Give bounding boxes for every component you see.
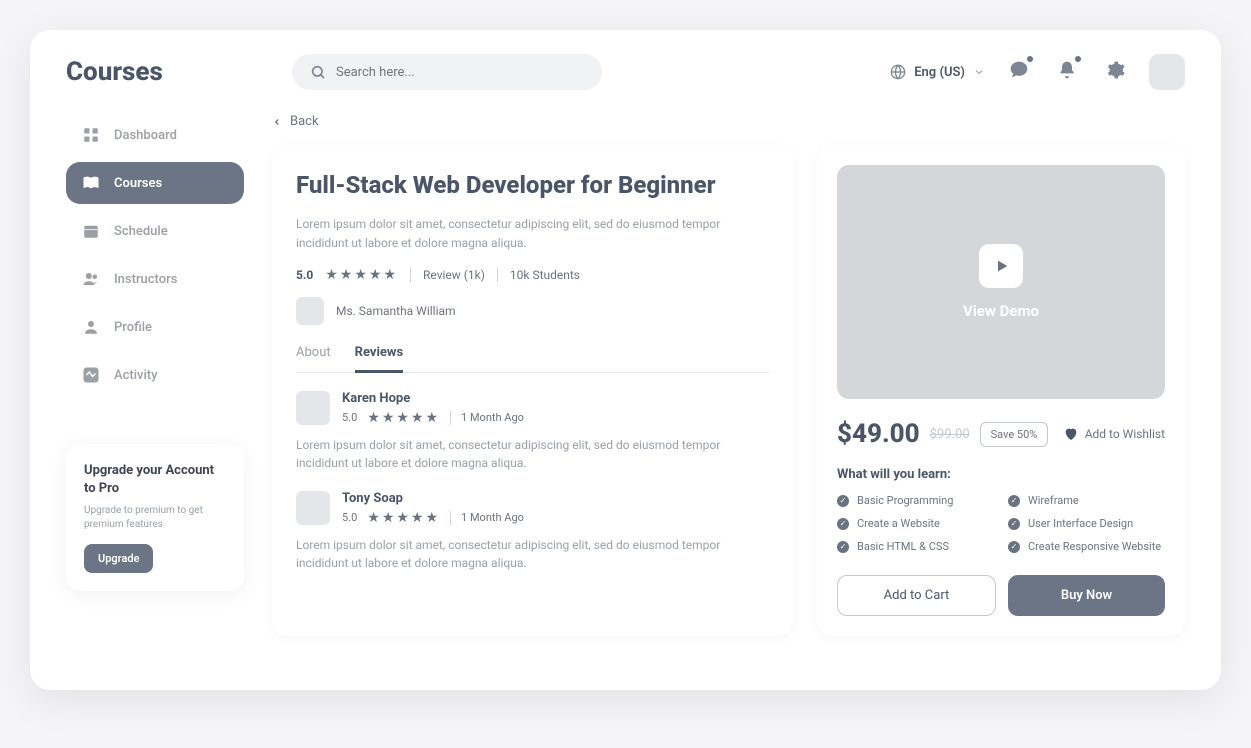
- upgrade-button[interactable]: Upgrade: [84, 544, 153, 573]
- learn-item: ✓Create Responsive Website: [1008, 540, 1165, 553]
- buy-now-button[interactable]: Buy Now: [1008, 575, 1165, 616]
- review-stars: ★★★★★: [367, 510, 440, 526]
- upgrade-card: Upgrade your Account to Pro Upgrade to p…: [66, 444, 244, 591]
- bell-icon: [1057, 60, 1077, 80]
- review-stars: ★★★★★: [367, 410, 440, 426]
- sidebar-item-schedule[interactable]: Schedule: [66, 210, 244, 252]
- play-button: [979, 244, 1023, 288]
- check-icon: ✓: [1008, 495, 1020, 507]
- rating-stars: ★★★★★: [325, 267, 398, 283]
- wishlist-label: Add to Wishlist: [1085, 427, 1165, 441]
- sidebar: Dashboard Courses Schedule Instructors P…: [66, 114, 244, 636]
- chevron-left-icon: [272, 117, 282, 127]
- student-count: 10k Students: [510, 268, 580, 282]
- check-icon: ✓: [1008, 518, 1020, 530]
- purchase-panel: View Demo $49.00 $99.00 Save 50% Add to …: [817, 145, 1185, 636]
- gear-icon: [1105, 60, 1125, 80]
- search-bar[interactable]: [292, 54, 602, 90]
- heart-icon: [1063, 426, 1079, 442]
- instructor-avatar: [296, 297, 324, 325]
- chat-icon: [1009, 60, 1029, 80]
- language-label: Eng (US): [914, 65, 965, 80]
- review-count: Review (1k): [423, 268, 485, 282]
- learn-item: ✓Create a Website: [837, 517, 994, 530]
- notifications-button[interactable]: [1053, 56, 1081, 88]
- review-text: Lorem ipsum dolor sit amet, consectetur …: [296, 536, 769, 573]
- sidebar-item-profile[interactable]: Profile: [66, 306, 244, 348]
- learn-item: ✓Basic HTML & CSS: [837, 540, 994, 553]
- sidebar-item-activity[interactable]: Activity: [66, 354, 244, 396]
- search-icon: [310, 64, 326, 80]
- review-text: Lorem ipsum dolor sit amet, consectetur …: [296, 436, 769, 473]
- sidebar-item-label: Activity: [114, 368, 158, 383]
- demo-video[interactable]: View Demo: [837, 165, 1165, 399]
- learn-heading: What will you learn:: [837, 467, 1165, 482]
- sidebar-item-label: Schedule: [114, 224, 168, 239]
- demo-label: View Demo: [963, 302, 1039, 320]
- check-icon: ✓: [1008, 541, 1020, 553]
- back-link[interactable]: Back: [272, 114, 1185, 129]
- user-avatar[interactable]: [1149, 54, 1185, 90]
- search-input[interactable]: [336, 65, 584, 80]
- review-item: Karen Hope 5.0 ★★★★★ 1 Month Ago Lorem i…: [296, 391, 769, 473]
- users-icon: [82, 270, 100, 288]
- rating-value: 5.0: [296, 268, 313, 282]
- chevron-down-icon: [973, 66, 985, 78]
- save-badge: Save 50%: [980, 422, 1049, 447]
- sidebar-item-label: Profile: [114, 320, 152, 335]
- wishlist-button[interactable]: Add to Wishlist: [1063, 426, 1165, 442]
- review-time: 1 Month Ago: [461, 411, 524, 424]
- settings-button[interactable]: [1101, 56, 1129, 88]
- sidebar-item-courses[interactable]: Courses: [66, 162, 244, 204]
- book-icon: [82, 174, 100, 192]
- course-title: Full-Stack Web Developer for Beginner: [296, 169, 769, 201]
- tab-about[interactable]: About: [296, 345, 331, 372]
- play-icon: [994, 258, 1010, 274]
- upgrade-desc: Upgrade to premium to get premium featur…: [84, 504, 226, 532]
- add-to-cart-button[interactable]: Add to Cart: [837, 575, 996, 616]
- learn-item: ✓Wireframe: [1008, 494, 1165, 507]
- learn-item: ✓User Interface Design: [1008, 517, 1165, 530]
- page-title: Courses: [66, 57, 272, 87]
- price-original: $99.00: [930, 427, 970, 442]
- review-time: 1 Month Ago: [461, 511, 524, 524]
- reviewer-name: Tony Soap: [342, 491, 524, 506]
- instructor-name: Ms. Samantha William: [336, 304, 456, 318]
- back-label: Back: [290, 114, 319, 129]
- tab-reviews[interactable]: Reviews: [355, 345, 404, 373]
- sidebar-item-label: Dashboard: [114, 128, 177, 143]
- check-icon: ✓: [837, 495, 849, 507]
- review-rating: 5.0: [342, 511, 357, 524]
- messages-button[interactable]: [1005, 56, 1033, 88]
- reviewer-name: Karen Hope: [342, 391, 524, 406]
- globe-icon: [890, 64, 906, 80]
- price: $49.00: [837, 419, 920, 449]
- reviewer-avatar: [296, 491, 330, 525]
- learn-item: ✓Basic Programming: [837, 494, 994, 507]
- language-selector[interactable]: Eng (US): [890, 64, 985, 80]
- sidebar-item-label: Courses: [114, 176, 162, 191]
- course-description: Lorem ipsum dolor sit amet, consectetur …: [296, 215, 769, 252]
- upgrade-title: Upgrade your Account to Pro: [84, 462, 226, 498]
- calendar-icon: [82, 222, 100, 240]
- user-icon: [82, 318, 100, 336]
- activity-icon: [82, 366, 100, 384]
- review-item: Tony Soap 5.0 ★★★★★ 1 Month Ago Lorem ip…: [296, 491, 769, 573]
- sidebar-item-instructors[interactable]: Instructors: [66, 258, 244, 300]
- sidebar-item-dashboard[interactable]: Dashboard: [66, 114, 244, 156]
- course-detail-panel: Full-Stack Web Developer for Beginner Lo…: [272, 145, 793, 636]
- review-rating: 5.0: [342, 411, 357, 424]
- check-icon: ✓: [837, 518, 849, 530]
- sidebar-item-label: Instructors: [114, 272, 177, 287]
- reviewer-avatar: [296, 391, 330, 425]
- grid-icon: [82, 126, 100, 144]
- check-icon: ✓: [837, 541, 849, 553]
